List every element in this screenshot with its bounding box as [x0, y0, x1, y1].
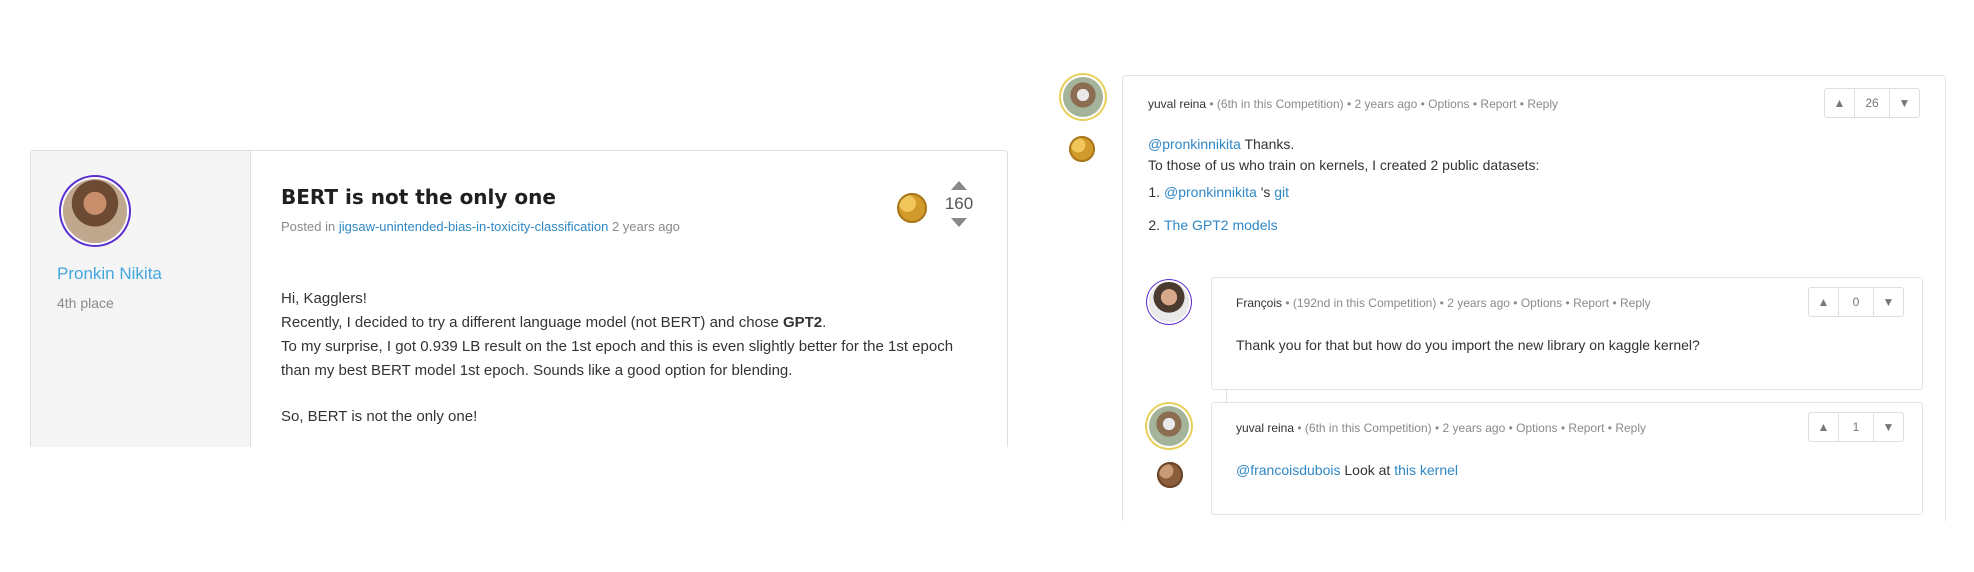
comment-time: 2 years ago [1447, 296, 1510, 310]
reply-comment: François • (192nd in this Competition) •… [1211, 277, 1923, 390]
comment-body: Thank you for that but how do you import… [1236, 337, 1700, 353]
comment-vote-widget: ▲ 26 ▼ [1824, 88, 1920, 118]
chevron-down-icon[interactable]: ▼ [1874, 413, 1903, 441]
comment-author[interactable]: François [1236, 296, 1282, 310]
comment-header: François • (192nd in this Competition) •… [1236, 296, 1651, 310]
comment-time: 2 years ago [1354, 97, 1418, 111]
git-link[interactable]: git [1274, 184, 1289, 200]
report-link[interactable]: Report [1568, 421, 1604, 435]
comment-time: 2 years ago [1442, 421, 1506, 435]
report-link[interactable]: Report [1480, 97, 1516, 111]
commenter-avatar[interactable] [1063, 77, 1103, 117]
gold-medal-icon [897, 193, 927, 223]
author-avatar[interactable] [63, 179, 127, 243]
author-name-link[interactable]: Pronkin Nikita [57, 264, 162, 284]
chevron-down-icon[interactable]: ▼ [1874, 288, 1903, 316]
post-meta: Posted in jigsaw-unintended-bias-in-toxi… [281, 219, 680, 234]
comment-thread: yuval reina • (6th in this Competition) … [1122, 75, 1946, 521]
comment-vote-widget: ▲ 0 ▼ [1808, 287, 1904, 317]
comment-author[interactable]: yuval reina [1148, 97, 1206, 111]
chevron-up-icon[interactable]: ▲ [1825, 89, 1854, 117]
comment-header: yuval reina • (6th in this Competition) … [1236, 421, 1647, 435]
post-meta-prefix: Posted in [281, 219, 336, 234]
post-title: BERT is not the only one [281, 185, 556, 209]
post-body: Hi, Kagglers! Recently, I decided to try… [281, 287, 981, 429]
bronze-medal-icon [1157, 462, 1183, 488]
chevron-up-icon[interactable]: ▲ [1809, 288, 1838, 316]
mention-link[interactable]: @pronkinnikita [1148, 136, 1241, 152]
post-vote-widget: 160 [939, 181, 979, 227]
comment-author[interactable]: yuval reina [1236, 421, 1294, 435]
comment-vote-count: 1 [1838, 413, 1874, 441]
post-body-line: Hi, Kagglers! [281, 290, 367, 307]
comment-rank: (6th in this Competition) [1304, 421, 1432, 435]
reply-link[interactable]: Reply [1527, 97, 1558, 111]
comment-vote-count: 26 [1854, 89, 1890, 117]
commenter-avatar[interactable] [1149, 282, 1189, 322]
reply-link[interactable]: Reply [1620, 296, 1651, 310]
comment-line: @pronkinnikita Thanks. [1148, 136, 1295, 152]
comment-rank: (6th in this Competition) [1216, 97, 1344, 111]
report-link[interactable]: Report [1573, 296, 1609, 310]
list-item: The GPT2 models [1164, 215, 1888, 236]
gold-medal-icon [1069, 136, 1095, 162]
mention-link[interactable]: @pronkinnikita [1164, 184, 1257, 200]
post-time: 2 years ago [611, 219, 680, 234]
kernel-link[interactable]: this kernel [1394, 462, 1458, 478]
mention-link[interactable]: @francoisdubois [1236, 462, 1341, 478]
comment-line: To those of us who train on kernels, I c… [1148, 157, 1540, 173]
author-rank: 4th place [57, 295, 114, 311]
post-body-line: Recently, I decided to try a different l… [281, 314, 827, 331]
reply-comment: yuval reina • (6th in this Competition) … [1211, 402, 1923, 515]
post-body-line: To my surprise, I got 0.939 LB result on… [281, 338, 954, 379]
comment-body: @francoisdubois Look at this kernel [1236, 462, 1459, 478]
comment-rank: (192nd in this Competition) [1292, 296, 1437, 310]
chevron-up-icon[interactable] [951, 181, 967, 190]
comment-header: yuval reina • (6th in this Competition) … [1148, 97, 1559, 111]
dataset-list: @pronkinnikita 's git The GPT2 models [1148, 182, 1888, 236]
post-body-line: So, BERT is not the only one! [281, 408, 478, 425]
chevron-up-icon[interactable]: ▲ [1809, 413, 1838, 441]
options-link[interactable]: Options [1516, 421, 1557, 435]
options-link[interactable]: Options [1428, 97, 1469, 111]
comment-vote-count: 0 [1838, 288, 1874, 316]
gpt2-models-link[interactable]: The GPT2 models [1164, 217, 1278, 233]
comment-vote-widget: ▲ 1 ▼ [1808, 412, 1904, 442]
discussion-post: Pronkin Nikita 4th place BERT is not the… [30, 150, 1008, 447]
reply-link[interactable]: Reply [1615, 421, 1646, 435]
options-link[interactable]: Options [1521, 296, 1562, 310]
chevron-down-icon[interactable]: ▼ [1890, 89, 1919, 117]
commenter-avatar[interactable] [1149, 406, 1189, 446]
post-author-sidebar: Pronkin Nikita 4th place [31, 151, 251, 447]
chevron-down-icon[interactable] [951, 218, 967, 227]
competition-link[interactable]: jigsaw-unintended-bias-in-toxicity-class… [339, 219, 609, 234]
post-vote-count: 160 [944, 194, 974, 213]
comment-body: @pronkinnikita Thanks. To those of us wh… [1148, 134, 1888, 248]
list-item: @pronkinnikita 's git [1164, 182, 1888, 203]
